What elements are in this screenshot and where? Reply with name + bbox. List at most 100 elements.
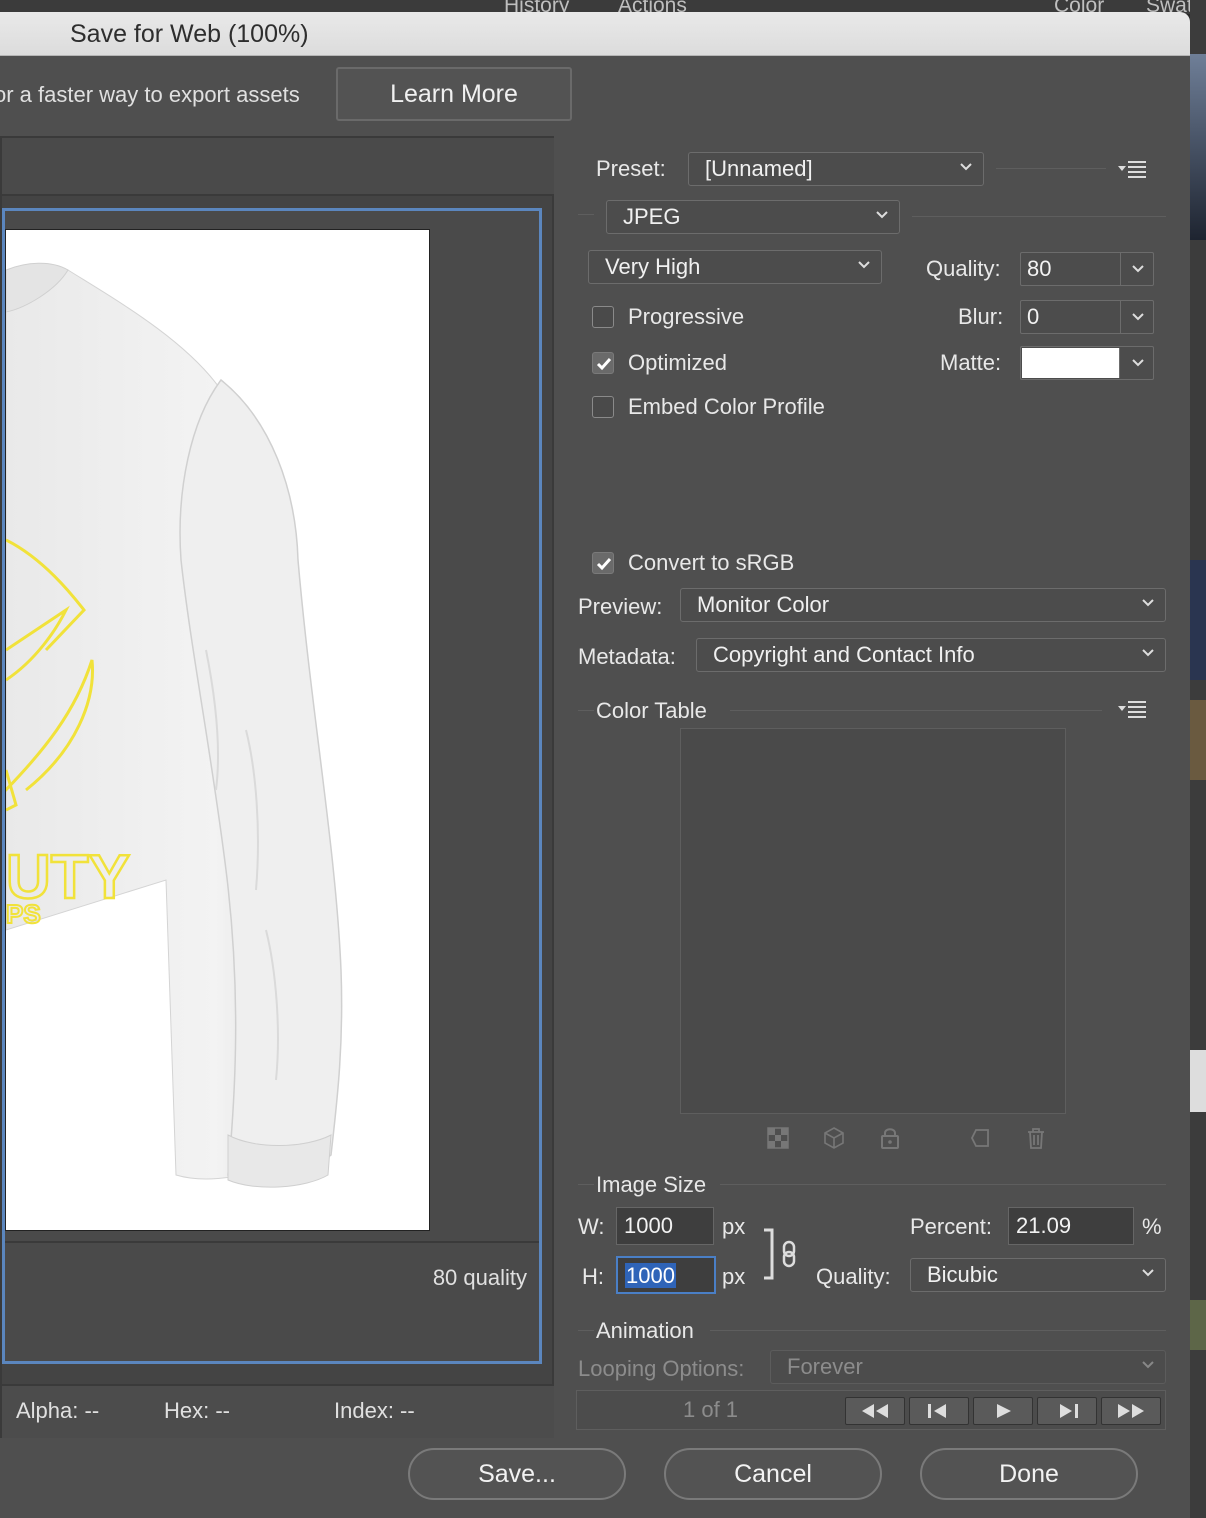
height-value-selected[interactable]: 1000: [625, 1263, 676, 1288]
tshirt-image: UTY PS: [6, 262, 343, 1188]
blur-value[interactable]: 0: [1021, 301, 1121, 333]
previous-frame-button[interactable]: [909, 1397, 969, 1425]
percent-label: Percent:: [910, 1214, 992, 1239]
next-frame-icon: [1060, 1404, 1078, 1418]
color-table-heading: Color Table: [596, 698, 707, 723]
save-button[interactable]: Save...: [408, 1448, 626, 1500]
width-input[interactable]: 1000: [616, 1207, 714, 1245]
learn-more-button[interactable]: Learn More: [336, 67, 572, 121]
preset-value: [Unnamed]: [705, 156, 813, 181]
dialog-title: Save for Web (100%): [70, 20, 309, 48]
image-size-heading: Image Size: [596, 1172, 707, 1197]
alpha-readout: Alpha: --: [16, 1398, 100, 1423]
next-frame-button[interactable]: [1037, 1397, 1097, 1425]
previous-frame-icon: [928, 1404, 946, 1418]
lock-icon[interactable]: [878, 1126, 902, 1150]
index-readout: Index: --: [334, 1398, 415, 1423]
chevron-down-icon: [1142, 1361, 1154, 1369]
metadata-value: Copyright and Contact Info: [713, 642, 975, 667]
optimized-checkbox[interactable]: [592, 352, 614, 374]
animation-controls: 1 of 1: [576, 1390, 1166, 1430]
cancel-button[interactable]: Cancel: [664, 1448, 882, 1500]
matte-combo[interactable]: [1020, 346, 1154, 380]
checkmark-icon: [596, 558, 612, 571]
quality-value[interactable]: 80: [1021, 253, 1121, 285]
embed-color-profile-label: Embed Color Profile: [628, 394, 825, 419]
chevron-down-icon: [858, 261, 870, 269]
play-button[interactable]: [973, 1397, 1033, 1425]
matte-swatch[interactable]: [1022, 348, 1120, 378]
first-frame-button[interactable]: [845, 1397, 905, 1425]
width-unit: px: [722, 1214, 746, 1239]
checkmark-icon: [596, 358, 612, 371]
new-color-icon[interactable]: [968, 1126, 992, 1150]
format-value: JPEG: [623, 204, 681, 229]
format-dropdown[interactable]: JPEG: [606, 200, 900, 234]
compression-quality-dropdown[interactable]: Very High: [588, 250, 882, 284]
trash-icon[interactable]: [1024, 1126, 1048, 1150]
save-for-web-dialog: Save for Web (100%) or a faster way to e…: [0, 12, 1190, 1518]
pixel-info-bar: Alpha: -- Hex: -- Index: --: [2, 1384, 554, 1438]
chevron-down-icon: [960, 163, 972, 171]
height-unit: px: [722, 1264, 746, 1289]
settings-panel: Preset: [Unnamed] JPEG Very High Quality…: [574, 136, 1168, 1438]
title-bar: Save for Web (100%): [0, 12, 1190, 56]
preset-dropdown[interactable]: [Unnamed]: [688, 152, 984, 186]
first-frame-icon: [862, 1404, 888, 1418]
quality-label: Quality:: [926, 256, 1001, 281]
preset-label: Preset:: [596, 156, 666, 181]
done-button[interactable]: Done: [920, 1448, 1138, 1500]
web-safe-cube-icon[interactable]: [822, 1126, 846, 1150]
constrain-proportions-link-icon[interactable]: [762, 1228, 802, 1282]
chevron-down-icon: [1142, 599, 1154, 607]
chevron-down-icon[interactable]: [1131, 309, 1145, 323]
width-label: W:: [578, 1214, 605, 1239]
transparency-map-icon[interactable]: [766, 1126, 790, 1150]
optimized-preview-pane[interactable]: UTY PS 80 quality: [2, 208, 542, 1364]
resample-quality-label: Quality:: [816, 1264, 891, 1289]
shirt-print-subtext: PS: [6, 899, 41, 929]
chevron-down-icon: [876, 211, 888, 219]
compression-value: Very High: [605, 254, 701, 279]
export-promo-text: or a faster way to export assets: [0, 82, 300, 107]
image-preview: UTY PS: [5, 229, 430, 1231]
chevron-down-icon[interactable]: [1131, 355, 1145, 369]
chevron-down-icon[interactable]: [1131, 261, 1145, 275]
preview-area: UTY PS 80 quality Alpha: -- Hex: -- Inde…: [0, 136, 554, 1438]
optimized-label: Optimized: [628, 350, 728, 375]
progressive-label: Progressive: [628, 304, 745, 329]
looping-options-dropdown[interactable]: Forever: [770, 1350, 1166, 1384]
chevron-down-icon: [1142, 1269, 1154, 1277]
preview-tabs-bar[interactable]: [2, 138, 554, 196]
quality-combo[interactable]: 80: [1020, 252, 1154, 286]
frame-counter: 1 of 1: [683, 1397, 739, 1422]
preview-label: Preview:: [578, 594, 663, 619]
animation-heading: Animation: [596, 1318, 694, 1343]
embed-color-profile-checkbox[interactable]: [592, 396, 614, 418]
preset-menu-icon[interactable]: [1118, 160, 1148, 178]
color-table-menu-icon[interactable]: [1118, 700, 1148, 718]
matte-label: Matte:: [940, 350, 1002, 375]
height-label: H:: [582, 1264, 604, 1289]
blur-combo[interactable]: 0: [1020, 300, 1154, 334]
looping-value: Forever: [787, 1354, 863, 1379]
progressive-checkbox[interactable]: [592, 306, 614, 328]
height-input[interactable]: 1000: [616, 1256, 716, 1294]
convert-srgb-label: Convert to sRGB: [628, 550, 795, 575]
convert-srgb-checkbox[interactable]: [592, 552, 614, 574]
metadata-label: Metadata:: [578, 644, 676, 669]
play-icon: [997, 1404, 1011, 1418]
color-table-grid[interactable]: [680, 728, 1066, 1114]
hex-readout: Hex: --: [164, 1398, 230, 1423]
last-frame-icon: [1118, 1404, 1144, 1418]
preview-quality-annotation: 80 quality: [432, 1265, 527, 1290]
percent-input[interactable]: 21.09: [1008, 1207, 1134, 1245]
preview-value: Monitor Color: [697, 592, 830, 617]
looping-options-label: Looping Options:: [578, 1356, 745, 1381]
background-panel-right: [1190, 0, 1206, 1518]
preview-dropdown[interactable]: Monitor Color: [680, 588, 1166, 622]
metadata-dropdown[interactable]: Copyright and Contact Info: [696, 638, 1166, 672]
last-frame-button[interactable]: [1101, 1397, 1161, 1425]
chevron-down-icon: [1142, 649, 1154, 657]
resample-dropdown[interactable]: Bicubic: [910, 1258, 1166, 1292]
